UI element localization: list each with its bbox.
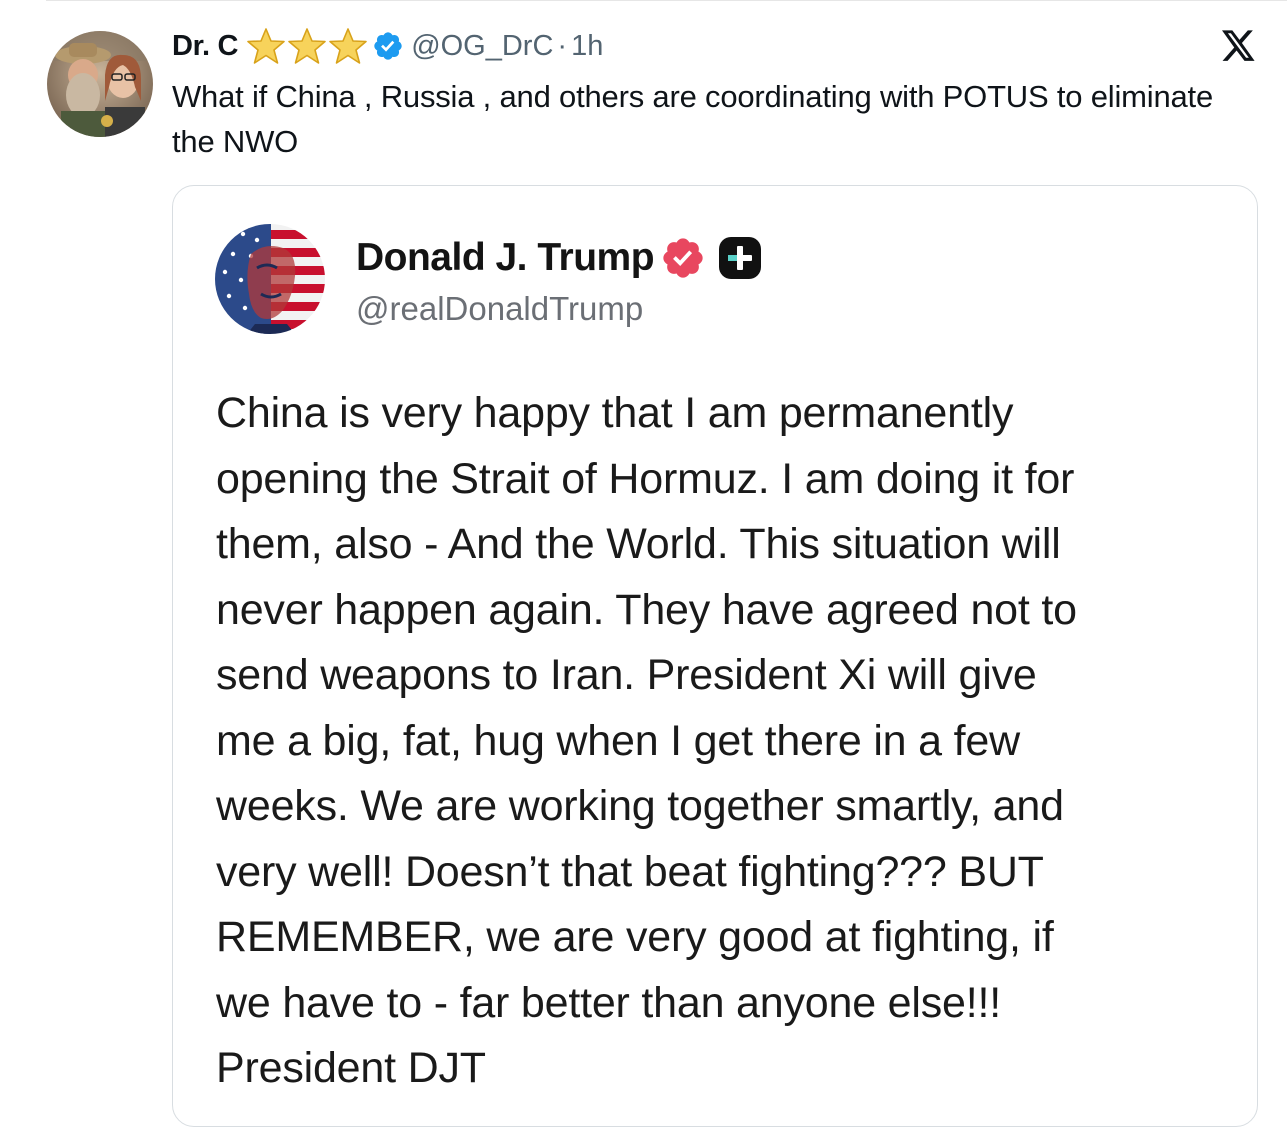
author-avatar[interactable] xyxy=(47,31,153,137)
star-icon xyxy=(288,28,326,64)
author-display-name[interactable]: Dr. C xyxy=(172,30,238,63)
quoted-post-line: President DJT xyxy=(216,1044,486,1092)
quoted-post-card[interactable]: Donald J. Trump @realDonaldTrump China i… xyxy=(172,185,1258,1127)
tweet[interactable]: Dr. C @OG_DrC · 1h What if China , Russi… xyxy=(0,0,1287,1147)
quoted-post-line: opening the Strait of Hormuz. I am doing… xyxy=(216,454,1075,503)
quoted-post-line: China is very happy that I am permanentl… xyxy=(216,389,1014,437)
x-logo-icon[interactable] xyxy=(1222,30,1256,62)
star-icon xyxy=(329,28,367,64)
plus-badge-icon xyxy=(719,237,762,279)
tweet-text: What if China , Russia , and others are … xyxy=(172,79,1214,159)
verified-badge-icon xyxy=(663,238,703,278)
quoted-post-line: me a big, fat, hug when I get there in a… xyxy=(216,716,1020,765)
quoted-post-line: very well! Doesn’t that beat fighting???… xyxy=(216,847,1044,896)
quoted-post-body: China is very happy that I am permanentl… xyxy=(216,381,1236,1102)
quoted-post-line: send weapons to Iran. President Xi will … xyxy=(216,651,1037,699)
star-icon xyxy=(247,28,285,64)
star-badges xyxy=(246,27,368,65)
verified-badge-icon xyxy=(374,32,402,60)
quoted-author-handle[interactable]: @realDonaldTrump xyxy=(356,290,643,328)
quoted-post-line: them, also - And the World. This situati… xyxy=(216,520,1061,568)
quoted-post-line: weeks. We are working together smartly, … xyxy=(216,782,1064,830)
quoted-post-line: we have to - far better than anyone else… xyxy=(216,978,1001,1027)
quoted-post-line: REMEMBER, we are very good at fighting, … xyxy=(216,913,1054,961)
quoted-author-avatar[interactable] xyxy=(215,224,325,334)
author-handle[interactable]: @OG_DrC xyxy=(411,30,553,63)
quoted-author-row: Donald J. Trump xyxy=(356,234,764,282)
timestamp[interactable]: 1h xyxy=(571,30,603,63)
quoted-post-line: never happen again. They have agreed not… xyxy=(216,585,1077,634)
quoted-author-name[interactable]: Donald J. Trump xyxy=(356,236,655,280)
separator-dot: · xyxy=(557,29,568,62)
tweet-header: Dr. C @OG_DrC · 1h xyxy=(172,26,603,66)
